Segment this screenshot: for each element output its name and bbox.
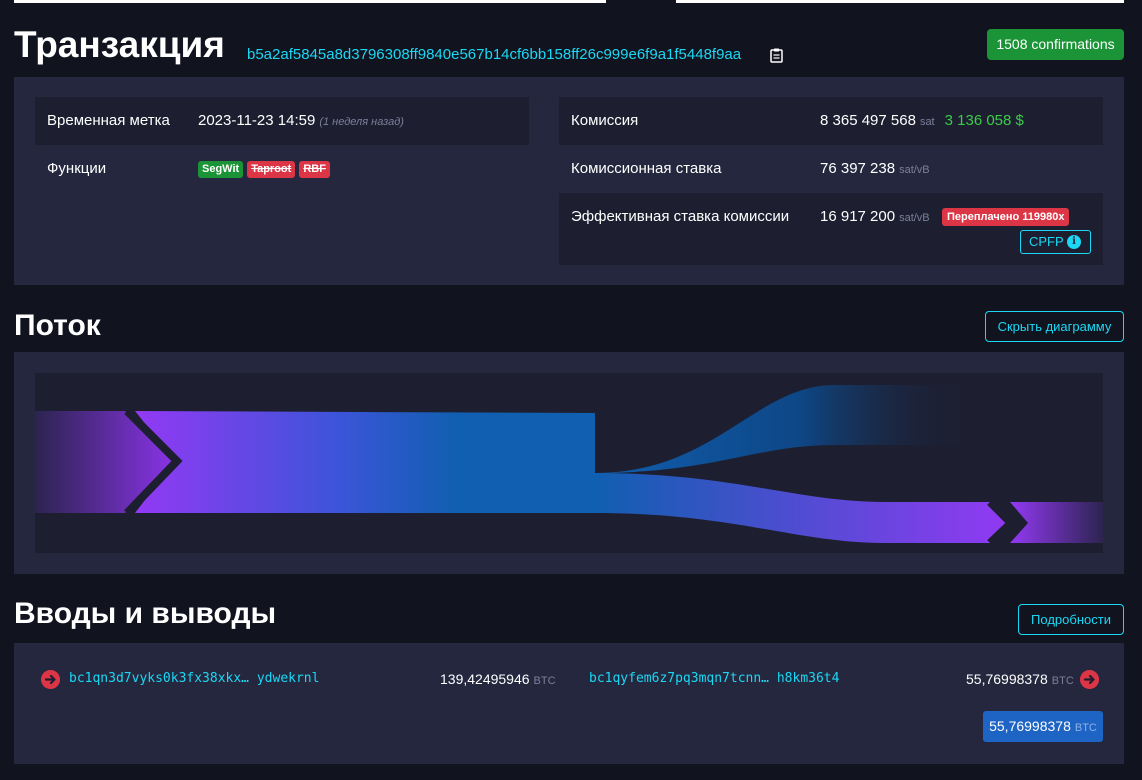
features-row: Функции SegWit Taproot RBF bbox=[35, 145, 529, 193]
output-amount: 55,76998378 BTC bbox=[966, 671, 1074, 687]
timestamp-label: Временная метка bbox=[47, 112, 170, 129]
transaction-id-link[interactable]: b5a2af5845a8d3796308ff9840e567b14cf6bb15… bbox=[247, 46, 741, 63]
flow-section-title: Поток bbox=[14, 309, 101, 342]
io-panel: bc1qn3d7vyks0k3fx38xkx… ydwekrnl 139,424… bbox=[14, 643, 1124, 764]
fee-label: Комиссия bbox=[571, 112, 639, 129]
main-flow bbox=[135, 411, 595, 513]
top-border-gap bbox=[606, 0, 676, 3]
top-border bbox=[14, 0, 1124, 3]
confirmations-badge: 1508 confirmations bbox=[987, 29, 1124, 60]
fee-flow bbox=[595, 385, 970, 473]
info-icon: i bbox=[1067, 235, 1081, 249]
details-button[interactable]: Подробности bbox=[1018, 604, 1124, 635]
page-title: Транзакция bbox=[14, 24, 225, 65]
input-arrow-icon[interactable] bbox=[41, 670, 60, 689]
output-flow bbox=[595, 473, 1013, 543]
output-arrow-icon[interactable] bbox=[1080, 670, 1099, 689]
feature-tags: SegWit Taproot RBF bbox=[198, 160, 334, 178]
rbf-tag[interactable]: RBF bbox=[299, 160, 330, 178]
hide-diagram-button[interactable]: Скрыть диаграмму bbox=[985, 311, 1124, 342]
features-label: Функции bbox=[47, 160, 107, 177]
timestamp-relative: (1 неделя назад) bbox=[319, 116, 404, 128]
segwit-tag[interactable]: SegWit bbox=[198, 160, 244, 178]
cpfp-button[interactable]: CPFP i bbox=[1020, 230, 1091, 254]
timestamp-row: Временная метка 2023-11-23 14:59 (1 недел… bbox=[35, 97, 529, 145]
effective-rate-label: Эффективная ставка комиссии bbox=[571, 208, 790, 225]
flow-diagram[interactable] bbox=[35, 373, 1103, 553]
fee-rate-label: Комиссионная ставка bbox=[571, 160, 722, 177]
fee-rate-row: Комиссионная ставка 76 397 238 sat/vB bbox=[559, 145, 1103, 193]
output-address-link[interactable]: bc1qyfem6z7pq3mqn7tcnn… h8km36t4 bbox=[589, 671, 839, 686]
io-section-title: Вводы и выводы bbox=[14, 597, 277, 630]
flow-panel bbox=[14, 352, 1124, 574]
output-block bbox=[1010, 502, 1103, 543]
timestamp-value: 2023-11-23 14:59 (1 неделя назад) bbox=[198, 112, 404, 129]
effective-rate-value: 16 917 200 sat/vB bbox=[820, 208, 930, 225]
input-address-link[interactable]: bc1qn3d7vyks0k3fx38xkx… ydwekrnl bbox=[69, 671, 319, 686]
effective-rate-row: Эффективная ставка комиссии 16 917 200 sa… bbox=[559, 193, 1103, 265]
transaction-details: Временная метка 2023-11-23 14:59 (1 недел… bbox=[14, 77, 1124, 285]
clipboard-icon[interactable] bbox=[770, 48, 783, 63]
total-amount-badge: 55,76998378 BTC bbox=[983, 711, 1103, 742]
taproot-tag[interactable]: Taproot bbox=[247, 160, 296, 178]
input-amount: 139,42495946 BTC bbox=[440, 671, 556, 687]
fee-value: 8 365 497 568 sat 3 136 058 $ bbox=[820, 112, 1024, 129]
fee-usd: 3 136 058 $ bbox=[944, 112, 1024, 129]
fee-row: Комиссия 8 365 497 568 sat 3 136 058 $ bbox=[559, 97, 1103, 145]
fee-rate-value: 76 397 238 sat/vB bbox=[820, 160, 930, 177]
overpaid-badge: Переплачено 119980x bbox=[942, 208, 1070, 226]
